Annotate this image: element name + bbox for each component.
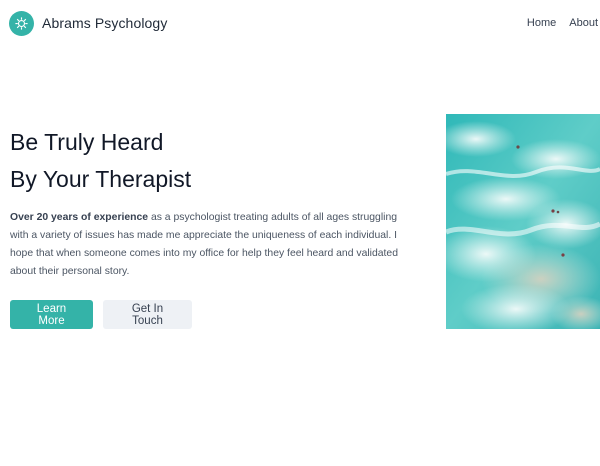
site-header: Abrams Psychology Home About (0, 0, 600, 46)
brand[interactable]: Abrams Psychology (9, 10, 168, 36)
brain-icon (9, 10, 34, 36)
headline-line-1: Be Truly Heard (10, 129, 164, 155)
nav-about-link[interactable]: About (569, 17, 598, 29)
hero-description: Over 20 years of experience as a psychol… (10, 209, 402, 281)
hero-image (446, 114, 600, 329)
headline-line-2: By Your Therapist (10, 166, 192, 192)
get-in-touch-button[interactable]: Get In Touch (103, 300, 192, 329)
main-nav: Home About (527, 17, 598, 29)
ocean-waves-image (446, 114, 600, 329)
brand-name: Abrams Psychology (42, 15, 168, 31)
hero-section: Be Truly Heard By Your Therapist Over 20… (10, 124, 402, 329)
lead-bold-text: Over 20 years of experience (10, 212, 149, 223)
hero-actions: Learn More Get In Touch (10, 300, 402, 329)
hero-headline: Be Truly Heard By Your Therapist (10, 124, 402, 198)
page: Abrams Psychology Home About Be Truly He… (0, 0, 600, 466)
learn-more-button[interactable]: Learn More (10, 300, 93, 329)
nav-home-link[interactable]: Home (527, 17, 556, 29)
